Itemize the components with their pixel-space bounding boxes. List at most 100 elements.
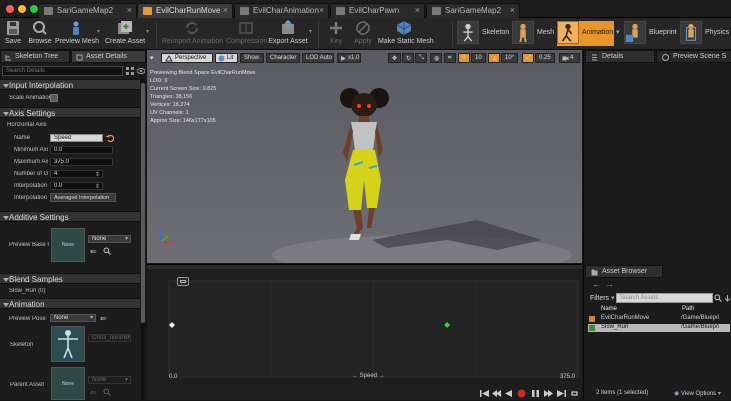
translate-tool-icon[interactable]: ✥ [388, 53, 401, 63]
browse-button[interactable]: Browse [27, 19, 53, 49]
history-back-icon[interactable]: ← [592, 279, 601, 289]
scale-snap-toggle-icon[interactable]: ⤢ [522, 53, 534, 63]
blend-space-editor[interactable]: 0.0 ← Speed → 375.0 [147, 264, 582, 400]
use-selected-arrow-icon[interactable]: ⇐ [90, 247, 97, 256]
mode-blueprint-button[interactable]: Blueprint [624, 21, 677, 46]
use-selected-arrow-icon[interactable]: ⇐ [90, 388, 97, 397]
blend-space-graph[interactable] [147, 269, 582, 401]
window-close-button[interactable] [6, 5, 14, 13]
pause-icon[interactable] [531, 389, 540, 398]
sync-filter-icon[interactable] [724, 294, 731, 302]
make-static-mesh-button[interactable]: Make Static Mesh [378, 19, 434, 49]
key-button[interactable]: Key [325, 19, 347, 49]
apply-button[interactable]: Apply [350, 19, 376, 49]
column-path-header[interactable]: Path [682, 306, 694, 312]
details-search-input[interactable]: Search Details [2, 66, 123, 76]
interpolation-type-dropdown[interactable]: Averaged Interpolation [50, 193, 116, 202]
grid-snap-value[interactable]: 10 [471, 53, 486, 63]
maximum-axis-field[interactable]: 375.0 [50, 158, 113, 166]
rotate-tool-icon[interactable]: ↻ [402, 53, 414, 63]
skeleton-combo[interactable]: Ch03_nonPBR [88, 334, 131, 342]
skip-to-start-icon[interactable] [480, 389, 489, 398]
axis-name-field[interactable]: Speed [50, 134, 103, 142]
rotation-snap-toggle-icon[interactable]: ∠ [488, 53, 500, 63]
close-tab-icon[interactable]: × [127, 5, 132, 15]
details-scrollbar-thumb[interactable] [141, 83, 145, 323]
save-button[interactable]: Save [2, 19, 24, 49]
close-tab-icon[interactable]: × [223, 5, 228, 15]
tab-preview-scene-settings[interactable]: Preview Scene S [656, 50, 731, 63]
number-of-grid-spinner-icon[interactable]: ⇕ [95, 171, 100, 178]
tab-sarigamemap2-second[interactable]: SariGameMap2 × [426, 3, 520, 18]
section-animation[interactable]: Animation [0, 298, 140, 309]
history-forward-icon[interactable]: → [605, 279, 614, 289]
fit-view-button[interactable] [177, 277, 189, 286]
tab-evilcharrunmove[interactable]: EvilCharRunMove × [137, 3, 233, 18]
preview-base-pose-combo[interactable]: None ▾ [88, 235, 131, 243]
grid-snap-toggle-icon[interactable]: # [458, 53, 470, 63]
visibility-eye-icon[interactable] [137, 67, 145, 75]
asset-row-selected[interactable]: Slow_Run /Game/Bluepri [588, 324, 730, 332]
mode-physics-button[interactable]: Physics [680, 21, 730, 46]
asset-search-input[interactable]: Search Assets [616, 293, 713, 303]
playback-speed-button[interactable]: x1.0 [337, 53, 361, 63]
interpolation-spinner-icon[interactable]: ⇕ [95, 183, 100, 190]
character-button[interactable]: Character [266, 53, 300, 63]
section-additive-settings[interactable]: Additive Settings [0, 211, 140, 222]
preview-base-pose-thumbnail[interactable]: None [51, 228, 85, 262]
close-tab-icon[interactable]: × [415, 5, 420, 15]
skeleton-thumbnail[interactable] [51, 326, 85, 362]
preview-pose-asset-combo[interactable]: None ▾ [50, 314, 96, 322]
mode-skeleton-button[interactable]: Skeleton [457, 21, 509, 46]
perspective-button[interactable]: Perspective [161, 53, 213, 63]
use-selected-arrow-icon[interactable]: ⇐ [100, 314, 107, 323]
tab-skeleton-tree[interactable]: Skeleton Tree [0, 50, 70, 63]
tab-asset-browser[interactable]: Asset Browser [585, 265, 663, 278]
asset-row[interactable]: EvilCharRunMove /Game/Bluepri [588, 315, 730, 323]
close-tab-icon[interactable]: × [319, 5, 324, 15]
export-asset-dropdown-icon[interactable]: ▾ [309, 28, 312, 35]
mode-animation-button[interactable]: Animation [557, 21, 614, 46]
create-asset-button[interactable]: Create Asset [104, 19, 146, 49]
browse-asset-icon[interactable] [103, 388, 111, 396]
export-asset-button[interactable]: Export Asset [268, 19, 308, 49]
preview-viewport[interactable]: ▾ Perspective Lit Show Character LOD Aut… [147, 50, 582, 263]
skip-to-end-icon[interactable] [557, 389, 566, 398]
view-options-button[interactable]: ◉ View Options ▾ [674, 390, 721, 397]
window-maximize-button[interactable] [30, 5, 38, 13]
compression-button[interactable]: Compression [226, 19, 267, 49]
tab-evilcharpawn[interactable]: EvilCharPawn × [330, 3, 425, 18]
close-tab-icon[interactable]: × [510, 5, 515, 15]
details-scrollbar[interactable] [141, 78, 145, 400]
preview-mesh-button[interactable]: Preview Mesh [55, 19, 99, 49]
loop-icon[interactable] [570, 389, 579, 398]
play-reverse-icon[interactable] [504, 389, 513, 398]
lod-auto-button[interactable]: LOD Auto [302, 53, 334, 63]
tab-evilcharanimation[interactable]: EvilCharAnimation × [234, 3, 329, 18]
mode-mesh-button[interactable]: Mesh [512, 21, 556, 46]
filters-button[interactable]: Filters ▾ [590, 294, 615, 302]
surface-snap-icon[interactable]: ⌗ [444, 53, 456, 63]
browse-asset-icon[interactable] [103, 247, 111, 255]
viewport-options-icon[interactable]: ▾ [150, 54, 158, 62]
lit-button[interactable]: Lit [215, 53, 238, 63]
scale-animation-checkbox[interactable] [50, 94, 58, 102]
parent-asset-thumbnail[interactable]: None [51, 367, 85, 400]
minimum-axis-field[interactable]: 0.0 [50, 146, 113, 154]
section-input-interpolation[interactable]: Input Interpolation [0, 79, 140, 90]
step-forward-icon[interactable] [544, 389, 553, 398]
animation-mode-dropdown-icon[interactable]: ▾ [616, 28, 620, 36]
section-axis-settings[interactable]: Axis Settings [0, 107, 140, 118]
blend-sample-item[interactable]: Slow_Run (0) [9, 288, 45, 294]
world-space-icon[interactable]: ◍ [430, 53, 442, 63]
section-blend-samples[interactable]: Blend Samples [0, 273, 140, 284]
tab-asset-details[interactable]: Asset Details [71, 50, 146, 63]
camera-speed-button[interactable]: 4 [559, 53, 580, 63]
scale-tool-icon[interactable]: ⤡ [415, 53, 427, 63]
column-name-header[interactable]: Name [601, 306, 617, 312]
search-icon[interactable] [714, 294, 722, 302]
create-asset-dropdown-icon[interactable]: ▾ [146, 28, 149, 35]
reimport-animation-button[interactable]: Reimport Animation [162, 19, 223, 49]
step-back-icon[interactable] [492, 389, 501, 398]
tab-details[interactable]: Details [585, 50, 655, 63]
